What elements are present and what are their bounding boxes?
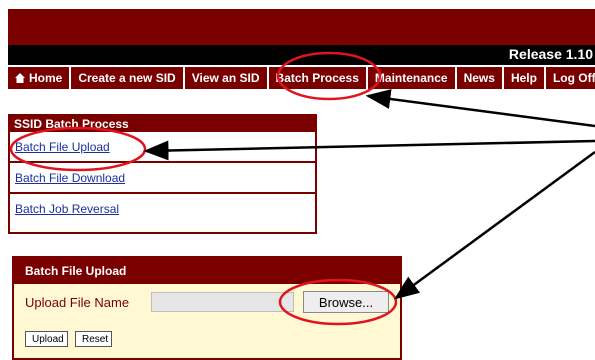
nav-help[interactable]: Help: [504, 67, 546, 89]
release-label: Release 1.10: [508, 46, 593, 62]
arrow-to-browse: [393, 150, 595, 300]
batch-process-title: SSID Batch Process: [10, 116, 315, 132]
release-bar: Release 1.10: [8, 45, 595, 65]
nav-log-off[interactable]: Log Off: [546, 67, 595, 89]
nav-create-sid[interactable]: Create a new SID: [71, 67, 185, 89]
batch-file-upload-link[interactable]: Batch File Upload: [10, 132, 315, 163]
main-nav: Home Create a new SID View an SID Batch …: [8, 67, 595, 89]
batch-file-download-link[interactable]: Batch File Download: [10, 163, 315, 194]
nav-news[interactable]: News: [457, 67, 504, 89]
upload-file-name-input[interactable]: [151, 292, 294, 312]
nav-view-sid[interactable]: View an SID: [185, 67, 269, 89]
reset-button[interactable]: Reset: [75, 331, 112, 347]
home-icon: [15, 73, 25, 83]
upload-panel-title: Batch File Upload: [14, 258, 400, 284]
upload-button[interactable]: Upload: [25, 331, 68, 347]
nav-maintenance[interactable]: Maintenance: [368, 67, 457, 89]
header-banner: [8, 9, 595, 45]
batch-process-panel: SSID Batch Process Batch File Upload Bat…: [8, 114, 317, 234]
batch-file-upload-panel: Batch File Upload Upload File Name Brows…: [12, 256, 402, 360]
browse-button[interactable]: Browse...: [303, 291, 389, 313]
batch-job-reversal-link[interactable]: Batch Job Reversal: [10, 194, 315, 225]
arrow-to-batch-process: [365, 89, 595, 128]
nav-batch-process[interactable]: Batch Process: [269, 67, 368, 89]
nav-home[interactable]: Home: [8, 67, 72, 89]
upload-file-name-label: Upload File Name: [25, 295, 130, 310]
nav-home-label: Home: [29, 71, 63, 85]
